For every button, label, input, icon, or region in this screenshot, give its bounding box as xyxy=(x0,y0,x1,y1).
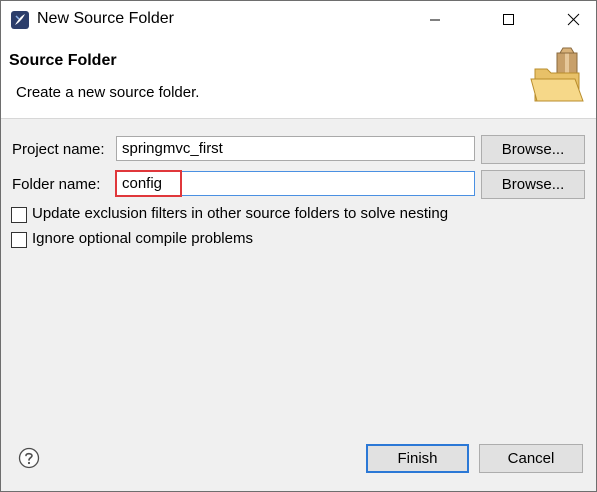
help-icon[interactable] xyxy=(18,447,40,469)
folder-name-label: Folder name: xyxy=(12,176,101,193)
maximize-button[interactable] xyxy=(485,1,531,39)
ignore-optional-option[interactable]: Ignore optional compile problems xyxy=(11,230,311,250)
folder-browse-button[interactable]: Browse... xyxy=(481,170,585,199)
new-source-folder-dialog: New Source Folder Source Folder Create a… xyxy=(0,0,597,492)
ignore-optional-label: Ignore optional compile problems xyxy=(32,230,253,247)
window-title: New Source Folder xyxy=(37,10,174,27)
project-browse-button[interactable]: Browse... xyxy=(481,135,585,164)
close-icon xyxy=(567,13,580,26)
page-description: Create a new source folder. xyxy=(16,84,200,101)
eclipse-app-icon xyxy=(11,11,29,29)
cancel-button[interactable]: Cancel xyxy=(479,444,583,473)
title-bar: New Source Folder xyxy=(1,1,596,39)
ignore-optional-checkbox[interactable] xyxy=(11,232,27,248)
project-name-label: Project name: xyxy=(12,141,105,158)
folder-name-input[interactable] xyxy=(116,171,475,196)
update-exclusion-option[interactable]: Update exclusion filters in other source… xyxy=(11,205,501,225)
update-exclusion-label: Update exclusion filters in other source… xyxy=(32,205,449,222)
maximize-icon xyxy=(503,14,514,25)
finish-button[interactable]: Finish xyxy=(366,444,469,473)
update-exclusion-checkbox[interactable] xyxy=(11,207,27,223)
minimize-button[interactable] xyxy=(412,1,458,39)
project-name-input[interactable] xyxy=(116,136,475,161)
folder-package-icon xyxy=(530,47,584,102)
minimize-icon xyxy=(430,19,440,21)
page-title: Source Folder xyxy=(9,52,117,69)
wizard-header: Source Folder Create a new source folder… xyxy=(1,39,596,119)
close-button[interactable] xyxy=(550,1,596,39)
